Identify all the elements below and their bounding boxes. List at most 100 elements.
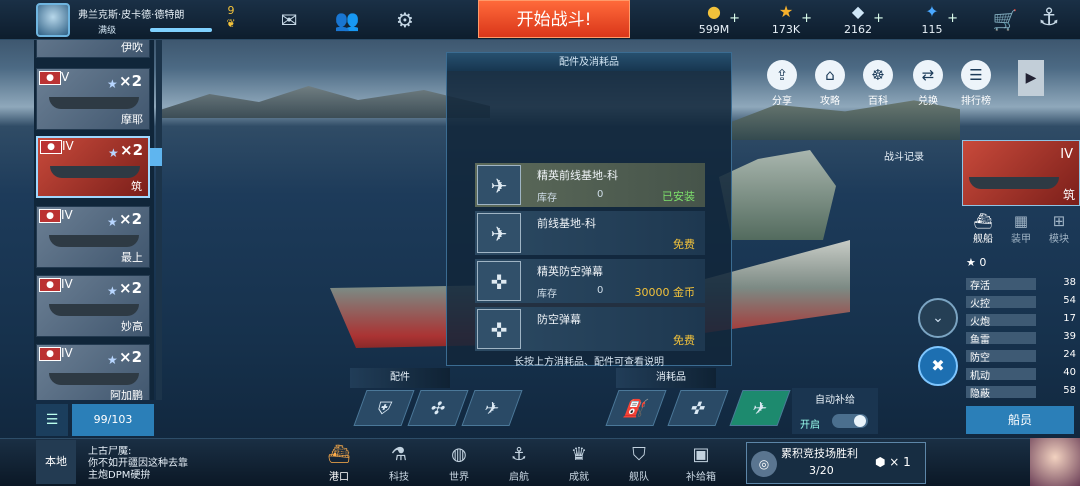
ship-silhouette [49, 304, 139, 316]
nav-label: 世界 [449, 472, 469, 483]
nav-supply-box[interactable]: ▣ 补给箱 [676, 442, 726, 484]
fleet-ship-card[interactable]: ● IV ★ ×2 妙高 [36, 275, 150, 337]
ranking-button[interactable]: ☰ 排行榜 [960, 60, 992, 108]
star-icon: ★ [107, 284, 118, 298]
scrollbar-thumb[interactable] [150, 148, 162, 166]
ship-name: 筑 [131, 180, 142, 193]
auto-supply-toggle[interactable] [832, 414, 868, 428]
consumable-slot-active[interactable]: ✈ [729, 390, 791, 426]
player-avatar[interactable] [36, 3, 70, 37]
dialog-hint: 长按上方消耗品、配件可查看说明 [514, 357, 664, 368]
wiki-button[interactable]: ☸ 百科 [862, 60, 894, 108]
japan-flag-icon: ● [39, 347, 61, 361]
start-battle-button[interactable]: 开始战斗! [478, 0, 630, 38]
star-icon: ★ [107, 77, 118, 91]
list-view-icon[interactable]: ☰ [36, 404, 68, 436]
fleet-list[interactable]: 伊吹 ● V ★ ×2 摩耶 ● IV ★ ×2 筑 ● IV ★ ×2 最上 ● IV ★ ×2 妙高 ● IV… [34, 40, 154, 400]
resource-star[interactable]: ★ 173K + [756, 3, 816, 39]
advisor-avatar[interactable] [1030, 438, 1080, 486]
ship-icon: ⛴ [973, 212, 993, 230]
stat-value: 40 [1063, 367, 1076, 378]
part-slot[interactable]: ✣ [407, 390, 469, 426]
stat-value: 54 [1063, 295, 1076, 306]
crew-button[interactable]: 船员 [966, 406, 1074, 434]
expand-arrow-icon[interactable]: ▶ [1018, 60, 1044, 96]
star-icon: ★ [107, 215, 118, 229]
item-name: 精英防空弹幕 [537, 265, 603, 278]
nav-label: 科技 [389, 472, 409, 483]
ship-tier: IV [62, 139, 74, 153]
consumable-item[interactable]: ✈ 精英前线基地-科 库存 0 已安装 [475, 163, 705, 207]
arena-progress: 3/20 [809, 464, 834, 477]
nav-label: 成就 [569, 472, 589, 483]
fleet-ship-card[interactable]: 伊吹 [36, 40, 150, 58]
consumable-slot[interactable]: ⛽ [605, 390, 667, 426]
repair-tools-icon[interactable]: ✖ [918, 346, 958, 386]
ship-multiplier: ×2 [119, 279, 143, 297]
fleet-scrollbar[interactable] [156, 40, 162, 400]
menu-label: 百科 [868, 96, 888, 107]
share-button[interactable]: ⇪ 分享 [766, 60, 798, 108]
nav-world[interactable]: ◍ 世界 [434, 442, 484, 484]
fleet-ship-card[interactable]: ● IV ★ ×2 阿加鹏 [36, 344, 150, 400]
fleet-ship-card[interactable]: ● IV ★ ×2 最上 [36, 206, 150, 268]
fleet-ship-card[interactable]: ● V ★ ×2 摩耶 [36, 68, 150, 130]
nav-achievement[interactable]: ♛ 成就 [554, 442, 604, 484]
tab-module[interactable]: ⊞ 模块 [1040, 212, 1078, 250]
exchange-button[interactable]: ⇄ 兑换 [912, 60, 944, 108]
port-icon: ⛴ [327, 444, 351, 465]
anti-air-crosshair-icon: ✜ [477, 309, 521, 349]
guide-button[interactable]: ⌂ 攻略 [814, 60, 846, 108]
anchor-icon[interactable]: ⚓ [1034, 2, 1064, 32]
world-icon: ◍ [451, 444, 467, 465]
consumable-item[interactable]: ✜ 防空弹幕 免费 [475, 307, 705, 351]
consumable-slot[interactable]: ✜ [667, 390, 729, 426]
nav-fleet[interactable]: ⛉ 舰队 [614, 442, 664, 484]
dialog-title: 配件及消耗品 [447, 53, 731, 71]
ship-multiplier: ×2 [119, 210, 143, 228]
part-slot[interactable]: ⛨ [353, 390, 415, 426]
ship-tier: IV [61, 277, 73, 291]
ship-silhouette [49, 235, 139, 247]
add-icon: + [947, 11, 958, 26]
mail-icon[interactable]: ✉ [274, 5, 304, 35]
selected-ship-card[interactable]: IV 筑 [962, 140, 1080, 206]
rank-chevron-icon[interactable]: ⌄ [918, 298, 958, 338]
nav-sail[interactable]: ⚓ 启航 [494, 442, 544, 484]
arena-reward: ⬢ × 1 [875, 455, 911, 469]
nav-port[interactable]: ⛴ 港口 [314, 442, 364, 484]
tab-armor[interactable]: ▦ 装甲 [1002, 212, 1040, 250]
exchange-icon: ⇄ [913, 60, 943, 90]
auto-supply-label: 自动补给 [815, 395, 855, 406]
tab-label: 舰船 [973, 234, 993, 245]
chat-channel-button[interactable]: 本地 [36, 440, 76, 484]
nav-tech[interactable]: ⚗ 科技 [374, 442, 424, 484]
menu-label: 兑换 [918, 96, 938, 107]
shop-cart-icon[interactable]: 🛒 [990, 5, 1020, 35]
item-status: 免费 [673, 238, 695, 251]
arena-quest-panel[interactable]: ◎ 累积竞技场胜利 3/20 ⬢ × 1 [746, 442, 926, 484]
chat-message[interactable]: 上古尸魔: 你不如开疆因这种去靠 主炮DPM硬拚 [88, 446, 238, 482]
stat-value: 17 [1063, 313, 1076, 324]
wiki-icon: ☸ [863, 60, 893, 90]
item-name: 防空弹幕 [537, 313, 581, 326]
part-slot[interactable]: ✈ [461, 390, 523, 426]
ship-name: 筑 [1062, 188, 1075, 202]
star-rating: ★ 0 [966, 256, 986, 269]
battle-record-link[interactable]: 战斗记录 [884, 148, 924, 163]
rank-badge[interactable]: 9 ❦ [218, 4, 244, 34]
equipment-dialog: 配件及消耗品 ✈ 精英前线基地-科 库存 0 已安装 ✈ 前线基地-科 免费 ✜… [446, 52, 732, 368]
fleet-ship-card-selected[interactable]: ● IV ★ ×2 筑 [36, 136, 150, 198]
ship-silhouette [49, 97, 139, 109]
consumable-item[interactable]: ✈ 前线基地-科 免费 [475, 211, 705, 255]
friends-icon[interactable]: 👥 [332, 5, 362, 35]
consumable-item[interactable]: ✜ 精英防空弹幕 库存 0 30000 金币 [475, 259, 705, 303]
stat-row: 火炮 17 [966, 313, 1078, 328]
stat-value: 38 [1063, 277, 1076, 288]
settings-gear-icon[interactable]: ⚙ [390, 5, 420, 35]
ship-multiplier: ×2 [119, 348, 143, 366]
resource-crystal[interactable]: ✦ 115 + [902, 3, 962, 39]
resource-diamond[interactable]: ◆ 2162 + [828, 3, 888, 39]
resource-gold[interactable]: ● 599M + [684, 3, 744, 39]
tab-ship[interactable]: ⛴ 舰船 [964, 212, 1002, 250]
